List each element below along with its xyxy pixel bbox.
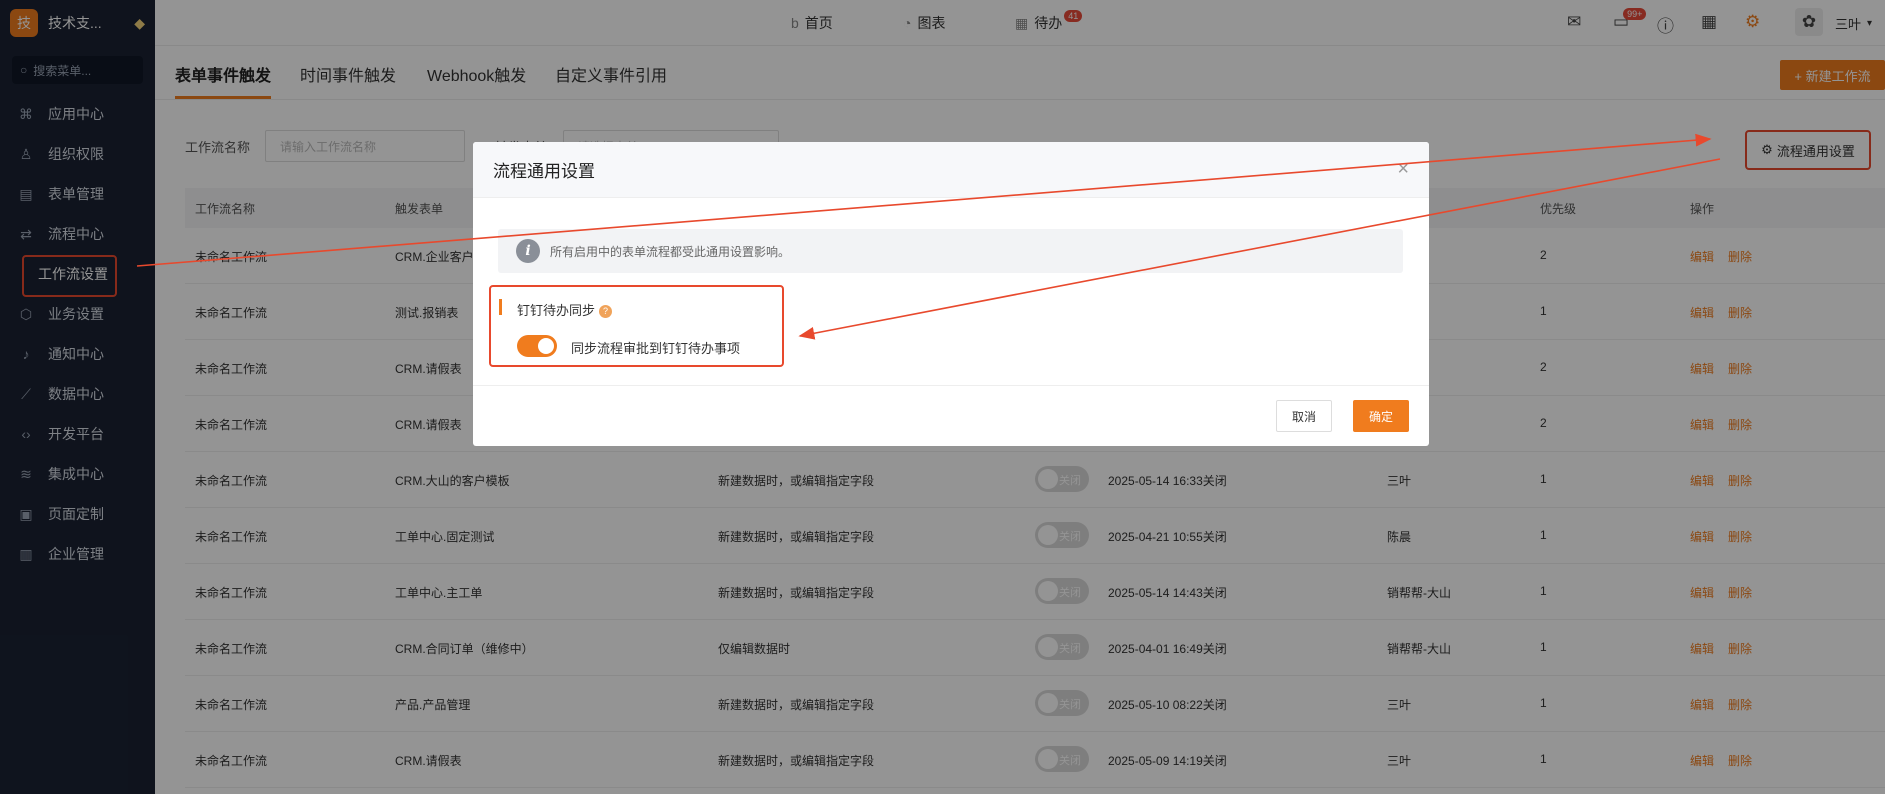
section-title-text: 钉钉待办同步 [517, 303, 596, 318]
general-settings-modal: 流程通用设置 × i 所有启用中的表单流程都受此通用设置影响。 钉钉待办同步? … [473, 142, 1429, 446]
modal-title: 流程通用设置 [493, 162, 595, 181]
info-icon: i [516, 239, 540, 263]
toggle-knob [538, 338, 554, 354]
info-text: 所有启用中的表单流程都受此通用设置影响。 [550, 244, 791, 259]
close-icon[interactable]: × [1397, 158, 1409, 181]
cancel-button[interactable]: 取消 [1276, 400, 1332, 432]
question-icon[interactable]: ? [599, 305, 613, 318]
info-bar: i 所有启用中的表单流程都受此通用设置影响。 [498, 229, 1403, 273]
confirm-button[interactable]: 确定 [1353, 400, 1409, 432]
modal-header: 流程通用设置 [473, 142, 1429, 198]
section-marker [499, 299, 502, 315]
dingtalk-sync-section: 钉钉待办同步? 同步流程审批到钉钉待办事项 [489, 285, 784, 367]
dingtalk-sync-label: 同步流程审批到钉钉待办事项 [571, 341, 741, 356]
dingtalk-sync-toggle[interactable] [517, 335, 557, 357]
section-title: 钉钉待办同步? [517, 300, 613, 319]
modal-footer: 取消 确定 [473, 385, 1429, 446]
